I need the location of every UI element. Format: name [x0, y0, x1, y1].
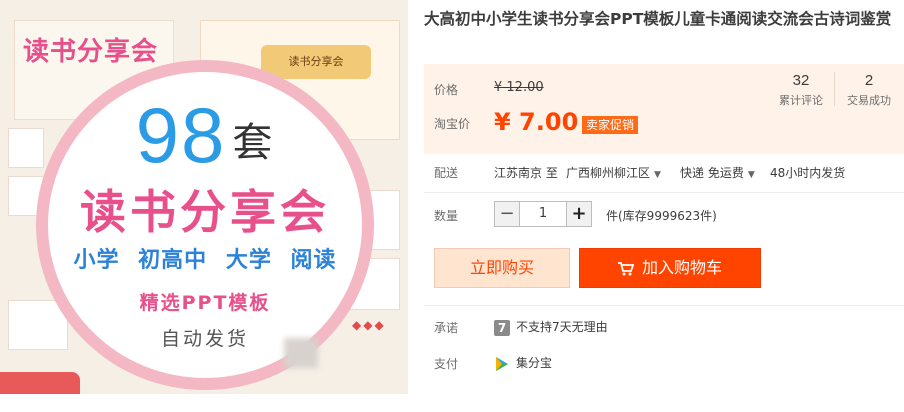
price-label: 价格: [434, 83, 459, 97]
add-to-cart-label: 加入购物车: [641, 258, 722, 277]
category-list: 小学 初高中 大学 阅读: [48, 242, 362, 274]
diamond-decoration-icon: ◆◆◆: [352, 318, 386, 332]
divider: [424, 192, 904, 193]
review-count-label: 累计评论: [779, 94, 823, 107]
review-count: 32: [792, 72, 810, 89]
delivery-destination: 广西柳州柳江区: [566, 166, 651, 180]
delivery-label: 配送: [434, 166, 459, 180]
payment-method-label: 集分宝: [516, 356, 553, 370]
cart-icon: [617, 261, 634, 275]
quantity-label: 数量: [434, 209, 459, 223]
promo-badge-circle: 98 套 读书分享会 小学 初高中 大学 阅读 精选PPT模板 自动发货: [36, 60, 374, 390]
thumbnail-tile: [8, 128, 44, 168]
shipping-method-select[interactable]: 快递 免运费 ▼: [680, 164, 755, 181]
red-tab-decoration: [0, 372, 80, 394]
sales-count: 2: [864, 72, 874, 89]
promo-pick-line: 精选PPT模板: [139, 292, 271, 314]
cover-title: 读书分享会: [23, 37, 159, 67]
review-count-stat[interactable]: 32 累计评论: [768, 72, 834, 108]
divider: [424, 305, 904, 306]
promise-text: 不支持7天无理由: [516, 320, 608, 334]
ship-time: 48小时内发货: [770, 166, 846, 180]
promise-row: 承诺 7 不支持7天无理由: [424, 318, 904, 336]
delivery-row: 配送 江苏南京 至 广西柳州柳江区 ▼ 快递 免运费 ▼ 48小时内发货: [424, 164, 904, 180]
jifenbao-icon: [496, 356, 508, 371]
promise-item[interactable]: 7 不支持7天无理由: [494, 318, 608, 336]
shipping-method: 快递 免运费: [680, 166, 744, 180]
quantity-stepper: − 1 +: [494, 201, 592, 227]
promo-headline: 读书分享会: [80, 185, 330, 239]
promo-badge[interactable]: 卖家促销: [582, 116, 639, 134]
sales-count-stat[interactable]: 2 交易成功: [836, 72, 902, 108]
seven-day-icon: 7: [494, 319, 510, 336]
promise-label: 承诺: [434, 321, 459, 335]
delivery-destination-select[interactable]: 广西柳州柳江区 ▼: [566, 164, 661, 181]
chevron-down-icon: ▼: [654, 170, 661, 180]
quantity-increase-button[interactable]: +: [566, 201, 592, 227]
category-item: 阅读: [290, 248, 337, 273]
stat-divider: [834, 72, 835, 106]
template-count-number: 98: [135, 91, 227, 179]
product-image[interactable]: 读书分享会 读书分享会 98 套 读书分享会 小学 初高中 大学 阅读 精选PPT…: [0, 0, 408, 394]
payment-row: 支付 集分宝: [424, 354, 904, 372]
category-item: 小学: [73, 248, 120, 273]
category-item: 初高中: [138, 248, 208, 273]
stock-info: 件(库存9999623件): [606, 209, 717, 223]
payment-method[interactable]: 集分宝: [494, 354, 552, 372]
chevron-down-icon: ▼: [747, 170, 755, 180]
price-panel: 价格 ¥ 12.00 淘宝价 ¥ 7.00 卖家促销 32 累计评论 2 交易成…: [424, 64, 904, 154]
original-price: ¥ 12.00: [494, 80, 544, 95]
payment-label: 支付: [434, 357, 459, 371]
hero-banner: 读书分享会: [261, 45, 371, 79]
category-item: 大学: [225, 248, 272, 273]
taobao-price-label: 淘宝价: [434, 117, 471, 131]
quantity-decrease-button[interactable]: −: [494, 201, 520, 227]
watermark-blur: [284, 338, 318, 368]
delivery-from: 江苏南京 至: [494, 166, 558, 180]
template-count: 98 套: [48, 90, 362, 181]
current-price: ¥ 7.00: [494, 108, 579, 136]
sales-count-label: 交易成功: [847, 94, 891, 107]
template-count-unit: 套: [232, 121, 275, 165]
quantity-input[interactable]: 1: [520, 201, 566, 227]
buy-now-button[interactable]: 立即购买: [434, 248, 570, 288]
product-title: 大高初中小学生读书分享会PPT模板儿童卡通阅读交流会古诗词鉴赏: [424, 10, 892, 28]
add-to-cart-button[interactable]: 加入购物车: [579, 248, 761, 288]
